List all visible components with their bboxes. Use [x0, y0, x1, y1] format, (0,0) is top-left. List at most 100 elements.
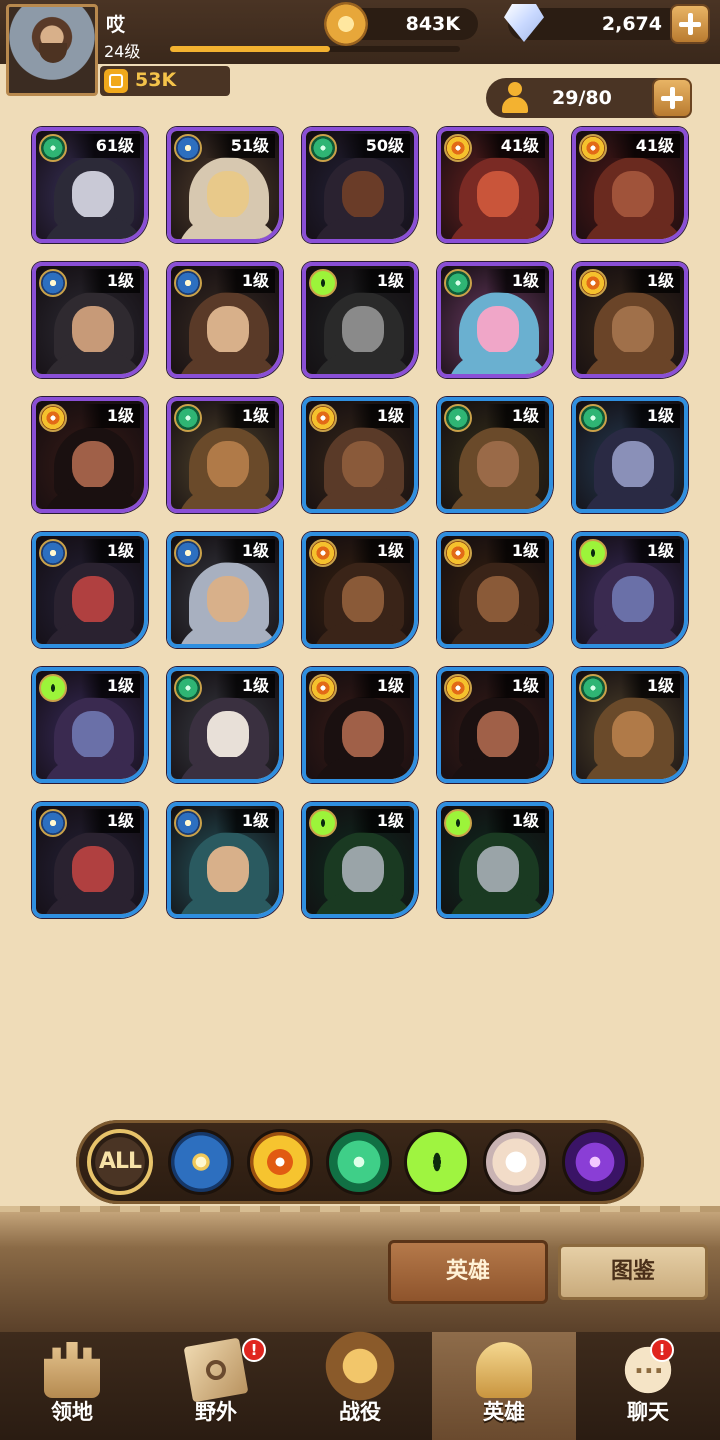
hypogean-faction-icon[interactable] [562, 1129, 628, 1195]
hero-level: 1级 [80, 404, 140, 428]
hero-card[interactable]: 41级 [437, 127, 553, 243]
hero-card[interactable]: 1级 [32, 532, 148, 648]
light-faction-icon [174, 539, 202, 567]
hero-level: 61级 [69, 134, 140, 158]
hero-face [342, 711, 384, 759]
nav-heroes[interactable]: 英雄 [432, 1332, 576, 1440]
roster-count: 29/80 [552, 87, 612, 109]
hero-card[interactable]: 1级 [167, 397, 283, 513]
wild-faction-icon [309, 134, 337, 162]
hero-face [612, 306, 654, 354]
battle-icon [320, 1326, 400, 1406]
bottom-nav: 领地 ! 野外 战役 英雄 ! 聊天 [0, 1326, 720, 1440]
hero-card[interactable]: 1级 [167, 802, 283, 918]
grave-faction-icon [309, 269, 337, 297]
hero-face [207, 306, 249, 354]
light-faction-icon[interactable] [168, 1129, 234, 1195]
hero-card[interactable]: 1级 [167, 262, 283, 378]
hero-card[interactable]: 41级 [572, 127, 688, 243]
expand-roster-button[interactable] [652, 78, 692, 118]
wild-faction-icon [444, 404, 472, 432]
tab-heroes[interactable]: 英雄 [388, 1240, 548, 1304]
hero-card[interactable]: 1级 [572, 667, 688, 783]
nav-wilds[interactable]: ! 野外 [144, 1332, 288, 1440]
lava-faction-icon [309, 674, 337, 702]
hero-face [477, 306, 519, 354]
add-gems-button[interactable] [670, 4, 710, 44]
hero-level: 1级 [80, 674, 140, 698]
light-faction-icon [39, 269, 67, 297]
hero-card[interactable]: 1级 [32, 262, 148, 378]
hero-level: 1级 [620, 269, 680, 293]
tab-codex[interactable]: 图鉴 [558, 1244, 708, 1300]
hero-face [342, 306, 384, 354]
hero-card[interactable]: 50级 [302, 127, 418, 243]
light-faction-icon [174, 809, 202, 837]
hero-card[interactable]: 1级 [572, 262, 688, 378]
hero-card[interactable]: 1级 [32, 667, 148, 783]
nav-territory[interactable]: 领地 [0, 1332, 144, 1440]
hero-level: 1级 [485, 269, 545, 293]
hero-level: 1级 [80, 809, 140, 833]
hero-level: 1级 [620, 674, 680, 698]
hero-card[interactable]: 51级 [167, 127, 283, 243]
hero-card[interactable]: 1级 [302, 397, 418, 513]
xp-bar [170, 46, 460, 52]
hero-face [612, 441, 654, 489]
hero-card[interactable]: 1级 [302, 667, 418, 783]
hero-face [207, 576, 249, 624]
hero-card[interactable]: 1级 [572, 397, 688, 513]
light-faction-icon [39, 809, 67, 837]
hero-card[interactable]: 1级 [437, 667, 553, 783]
hero-face [477, 576, 519, 624]
wild-faction-icon [39, 134, 67, 162]
lava-faction-icon[interactable] [247, 1129, 313, 1195]
lava-faction-icon [579, 134, 607, 162]
hero-card[interactable]: 1级 [32, 397, 148, 513]
grave-faction-icon[interactable] [404, 1129, 470, 1195]
lava-faction-icon [309, 404, 337, 432]
light-faction-icon [174, 134, 202, 162]
hero-grid: 61级 51级 50级 41级 41级 1级 1级 1级 1级 1级 1级 1级 1级 1级 1级 1级 1级 1… [32, 127, 688, 918]
hero-level: 1级 [620, 404, 680, 428]
gold-display[interactable]: 843K [324, 2, 478, 46]
wild-faction-icon [579, 674, 607, 702]
gem-value: 2,674 [601, 13, 662, 35]
filter-all-button[interactable]: ALL [87, 1129, 153, 1195]
nav-label-campaign: 战役 [339, 1400, 381, 1424]
celestial-faction-icon[interactable] [483, 1129, 549, 1195]
hero-card[interactable]: 1级 [572, 532, 688, 648]
hero-card[interactable]: 1级 [437, 397, 553, 513]
nav-campaign[interactable]: 战役 [288, 1326, 432, 1440]
hero-face [612, 711, 654, 759]
lava-faction-icon [39, 404, 67, 432]
gold-coin-icon [324, 2, 368, 46]
xp-fill [170, 46, 330, 52]
hero-card[interactable]: 1级 [302, 262, 418, 378]
hero-card[interactable]: 1级 [302, 802, 418, 918]
player-avatar[interactable] [6, 4, 98, 96]
hero-face [72, 846, 114, 894]
hero-card[interactable]: 1级 [32, 802, 148, 918]
hero-card[interactable]: 1级 [437, 262, 553, 378]
gem-display[interactable]: 2,674 [504, 4, 684, 42]
hero-level: 51级 [204, 134, 275, 158]
hero-level: 1级 [485, 539, 545, 563]
hero-card[interactable]: 61级 [32, 127, 148, 243]
avatar-beard [39, 43, 67, 63]
hero-card[interactable]: 1级 [302, 532, 418, 648]
player-name: 哎 [106, 14, 126, 36]
grave-faction-icon [309, 809, 337, 837]
hero-level: 1级 [215, 404, 275, 428]
wild-faction-icon [174, 404, 202, 432]
power-display: 53K [100, 66, 230, 96]
hero-card[interactable]: 1级 [437, 802, 553, 918]
wild-faction-icon [174, 674, 202, 702]
nav-chat[interactable]: ! 聊天 [576, 1332, 720, 1440]
hero-card[interactable]: 1级 [167, 532, 283, 648]
nav-label-wilds: 野外 [195, 1400, 237, 1424]
hero-card[interactable]: 1级 [437, 532, 553, 648]
faction-filter-bar: ALL [76, 1120, 644, 1204]
wild-faction-icon[interactable] [326, 1129, 392, 1195]
hero-card[interactable]: 1级 [167, 667, 283, 783]
